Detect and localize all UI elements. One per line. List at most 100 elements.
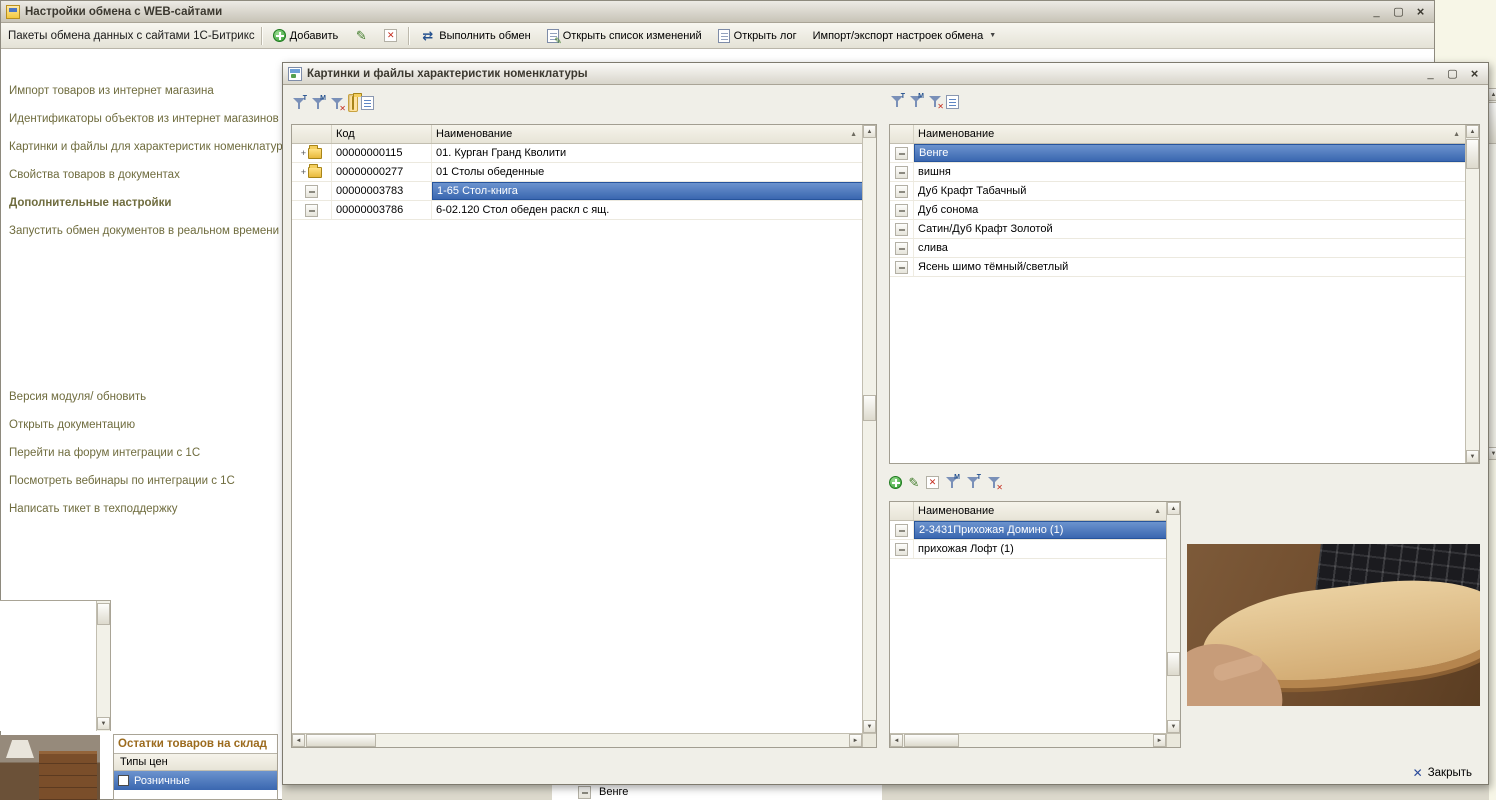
import-export-menu-button[interactable]: Импорт/экспорт настроек обмена ▼ [808,27,1002,45]
scroll-thumb[interactable] [306,734,376,747]
pencil-icon[interactable] [907,476,921,490]
nav-link-import-goods[interactable]: Импорт товаров из интернет магазина [9,85,291,97]
price-types-header[interactable]: Типы цен [114,753,277,771]
files-toolbar [889,475,1002,490]
scroll-left-button[interactable] [890,734,903,747]
name-column-header[interactable]: Наименование [914,502,1167,520]
scroll-thumb[interactable] [1167,652,1180,676]
price-type-checkbox[interactable] [118,775,129,786]
table-row[interactable]: 00000003786 6-02.120 Стол обеден раскл с… [292,201,863,220]
minimize-button[interactable]: _ [1368,4,1385,19]
table-row[interactable]: 00000000277 01 Столы обеденные [292,163,863,182]
scroll-thumb[interactable] [1466,139,1479,169]
help-link-forum[interactable]: Перейти на форум интеграции с 1С [9,447,235,459]
item-marker-icon [895,543,908,556]
icon-column-header[interactable] [292,125,332,143]
scroll-up-button[interactable] [863,125,876,138]
help-link-docs[interactable]: Открыть документацию [9,419,235,431]
filter-by-value-icon[interactable] [310,96,326,111]
background-list-window [0,600,111,731]
price-type-row[interactable]: Розничные [114,771,277,790]
scroll-thumb[interactable] [97,603,110,625]
dialog-close-action[interactable]: Закрыть [1413,764,1472,782]
expand-icon[interactable] [301,168,306,177]
table-row-selected[interactable]: 2-3431Прихожая Домино (1) [890,521,1167,540]
filter-by-value-icon[interactable] [908,94,924,109]
delete-package-button[interactable] [379,26,402,45]
table-row[interactable]: Дуб сонома [890,201,1466,220]
vertical-scrollbar [1465,125,1479,463]
nav-links: Импорт товаров из интернет магазина Иден… [9,85,291,237]
nav-link-doc-properties[interactable]: Свойства товаров в документах [9,169,291,181]
help-link-version[interactable]: Версия модуля/ обновить [9,391,235,403]
scroll-right-button[interactable] [1153,734,1166,747]
name-column-header[interactable]: Наименование [432,125,863,143]
icon-column-header[interactable] [890,502,914,520]
scroll-thumb[interactable] [863,395,876,421]
table-row[interactable]: слива [890,239,1466,258]
print-list-icon[interactable] [946,95,959,109]
add-package-button[interactable]: Добавить [268,26,344,45]
clear-filter-icon[interactable] [329,96,345,111]
dialog-maximize-button[interactable]: ▢ [1444,66,1461,81]
table-row-selected[interactable]: 00000003783 1-65 Стол-книга [292,182,863,201]
scroll-down-button[interactable] [1167,720,1180,733]
dialog-icon [288,67,302,81]
characteristics-dialog: Картинки и файлы характеристик номенклат… [282,62,1489,785]
open-changes-button[interactable]: Открыть список изменений [542,26,707,46]
nav-link-characteristic-images[interactable]: Картинки и файлы для характеристик номен… [9,141,291,153]
scroll-down-button[interactable] [1466,450,1479,463]
run-exchange-button[interactable]: Выполнить обмен [415,26,535,46]
nav-link-realtime-exchange[interactable]: Запустить обмен документов в реальном вр… [9,225,291,237]
nav-link-object-ids[interactable]: Идентификаторы объектов из интернет мага… [9,113,291,125]
table-row[interactable]: вишня [890,163,1466,182]
vertical-scrollbar [1166,502,1180,733]
edit-package-button[interactable] [349,26,373,46]
filter-by-value-icon[interactable] [944,475,960,490]
scroll-up-button[interactable] [1466,125,1479,138]
partial-list-row[interactable]: Венге [552,785,882,799]
table-row[interactable]: 00000000115 01. Курган Гранд Кволити [292,144,863,163]
filter-sort-icon[interactable] [965,475,981,490]
filter-sort-icon[interactable] [291,96,307,111]
scroll-down-button[interactable] [863,720,876,733]
scroll-left-button[interactable] [292,734,305,747]
horizontal-scrollbar [890,733,1166,747]
maximize-button[interactable]: ▢ [1390,4,1407,19]
main-titlebar[interactable]: Настройки обмена с WEB-сайтами _ ▢ × [1,1,1434,23]
nav-link-additional-settings[interactable]: Дополнительные настройки [9,197,291,209]
pencil-icon [354,29,368,43]
delete-icon[interactable] [926,476,939,489]
sort-icon [850,131,859,138]
scroll-right-button[interactable] [849,734,862,747]
dialog-close-button[interactable]: × [1466,66,1483,81]
code-column-header[interactable]: Код [332,125,432,143]
scroll-down-button[interactable] [97,717,110,730]
expand-icon[interactable] [301,149,306,158]
close-button[interactable]: × [1412,4,1429,19]
hierarchy-view-button[interactable] [348,94,358,112]
scroll-up-button[interactable] [1167,502,1180,515]
table-row-selected[interactable]: Венге [890,144,1466,163]
dialog-minimize-button[interactable]: _ [1422,66,1439,81]
scroll-thumb[interactable] [904,734,959,747]
clear-filter-icon[interactable] [986,475,1002,490]
filter-sort-icon[interactable] [889,94,905,109]
nomenclature-table: Код Наименование 00000000115 01. Курган … [291,124,877,748]
folder-icon [308,148,322,159]
table-row[interactable]: прихожая Лофт (1) [890,540,1167,559]
table-row[interactable]: Дуб Крафт Табачный [890,182,1466,201]
open-log-button[interactable]: Открыть лог [713,26,802,46]
clear-filter-icon[interactable] [927,94,943,109]
dialog-titlebar[interactable]: Картинки и файлы характеристик номенклат… [283,63,1488,85]
table-row[interactable]: Ясень шимо тёмный/светлый [890,258,1466,277]
print-list-icon[interactable] [361,96,374,110]
add-icon[interactable] [889,476,902,489]
help-link-ticket[interactable]: Написать тикет в техподдержку [9,503,235,515]
dialog-title: Картинки и файлы характеристик номенклат… [307,68,588,80]
help-link-webinars[interactable]: Посмотреть вебинары по интеграции с 1С [9,475,235,487]
name-column-header[interactable]: Наименование [914,125,1466,143]
icon-column-header[interactable] [890,125,914,143]
table-row[interactable]: Сатин/Дуб Крафт Золотой [890,220,1466,239]
nomenclature-toolbar [291,94,374,112]
